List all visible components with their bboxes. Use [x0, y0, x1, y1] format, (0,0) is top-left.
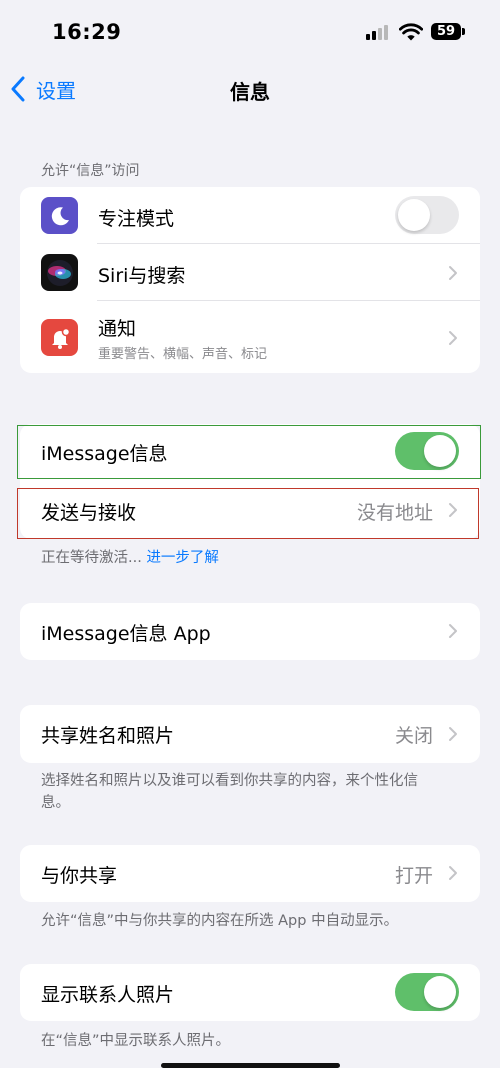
imessage-app-label: iMessage信息 App: [41, 623, 211, 645]
share-name-label: 共享姓名和照片: [41, 725, 175, 747]
section-header-access: 允许“信息”访问: [41, 163, 140, 179]
contact-photos-label: 显示联系人照片: [41, 984, 175, 1006]
notifications-sublabel: 重要警告、横幅、声音、标记: [98, 347, 268, 362]
focus-row[interactable]: 专注模式: [20, 187, 480, 244]
wifi-icon: [399, 23, 423, 41]
notifications-row[interactable]: 通知 重要警告、横幅、声音、标记: [20, 301, 480, 373]
activation-text: 正在等待激活...: [41, 550, 147, 566]
imessage-app-card: iMessage信息 App: [20, 603, 480, 660]
learn-more-link[interactable]: 进一步了解: [146, 550, 219, 566]
contact-photos-footer: 在“信息”中显示联系人照片。: [41, 1033, 231, 1049]
shared-with-you-card: 与你共享 打开: [20, 845, 480, 902]
chevron-right-icon: [449, 331, 457, 345]
battery-tip: [462, 28, 465, 35]
share-name-footer: 选择姓名和照片以及谁可以看到你共享的内容，来个性化信息。: [41, 773, 418, 811]
focus-toggle[interactable]: [395, 196, 459, 234]
home-indicator: [161, 1063, 340, 1068]
focus-label: 专注模式: [98, 208, 175, 230]
chevron-right-icon: [449, 866, 457, 880]
status-time: 16:29: [52, 20, 122, 44]
contact-photos-row[interactable]: 显示联系人照片: [20, 964, 480, 1021]
share-name-card: 共享姓名和照片 关闭: [20, 705, 480, 763]
toggle-knob: [398, 199, 430, 231]
chevron-right-icon: [449, 727, 457, 741]
contact-photos-toggle[interactable]: [395, 973, 459, 1011]
page-title: 信息: [230, 80, 270, 104]
chevron-right-icon: [449, 624, 457, 638]
notifications-label: 通知: [98, 318, 137, 340]
navigation-bar: 设置 信息: [0, 66, 500, 112]
status-bar: 16:29 59: [0, 0, 500, 66]
shared-with-you-value: 打开: [394, 865, 433, 887]
shared-with-you-label: 与你共享: [41, 865, 118, 887]
imessage-app-row[interactable]: iMessage信息 App: [20, 603, 480, 660]
send-receive-highlight-box: [17, 488, 479, 539]
chevron-right-icon: [449, 266, 457, 280]
share-name-value: 关闭: [394, 725, 433, 747]
shared-with-you-footer: 允许“信息”中与你共享的内容在所选 App 中自动显示。: [41, 913, 399, 929]
imessage-highlight-box: [17, 425, 481, 479]
cellular-signal-icon: [366, 24, 392, 40]
bell-icon: [41, 319, 78, 356]
siri-search-row[interactable]: Siri与搜索: [20, 244, 480, 301]
battery-icon: 59: [431, 23, 461, 40]
toggle-knob: [424, 976, 456, 1008]
shared-with-you-row[interactable]: 与你共享 打开: [20, 845, 480, 902]
activation-footer: 正在等待激活... 进一步了解: [41, 547, 441, 569]
siri-search-label: Siri与搜索: [98, 265, 186, 287]
moon-icon: [41, 197, 78, 234]
siri-icon: [41, 254, 78, 291]
access-card: 专注模式 Siri与搜索 通知 重要警告、横幅、声音、标记: [20, 187, 480, 373]
share-name-row[interactable]: 共享姓名和照片 关闭: [20, 705, 480, 763]
contact-photos-card: 显示联系人照片: [20, 964, 480, 1021]
